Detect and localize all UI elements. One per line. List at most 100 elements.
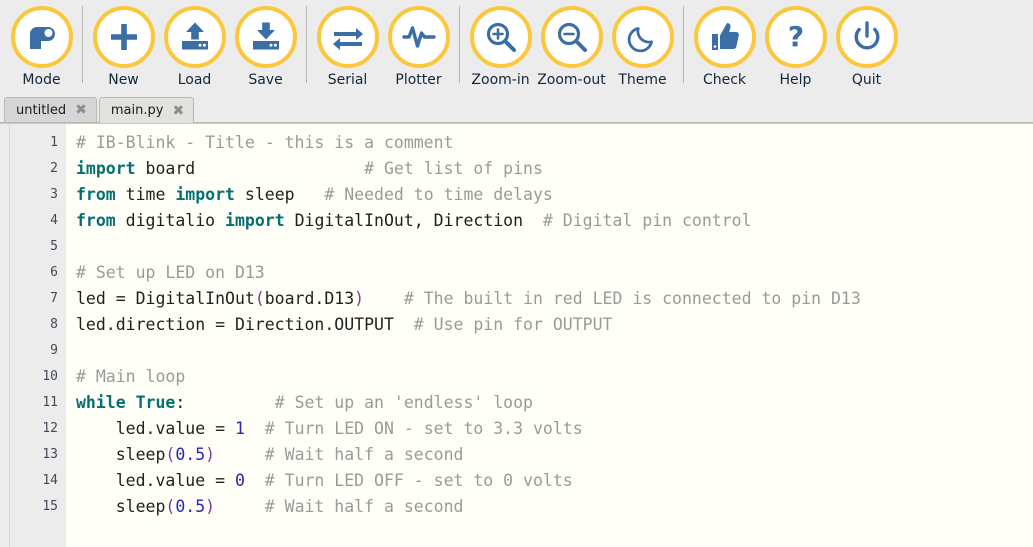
code-token-cmt: # Set up an 'endless' loop <box>274 393 533 412</box>
line-number: 2 <box>50 161 58 176</box>
line-number: 15 <box>42 499 58 514</box>
code-token-cmt: # Needed to time delays <box>324 185 553 204</box>
code-token-kw: True <box>135 393 176 412</box>
toolbar-label: Save <box>248 72 283 88</box>
code-token-pln: time <box>115 185 176 204</box>
toolbar-button-load[interactable]: Load <box>159 0 230 92</box>
code-token-pln: sleep <box>76 445 166 464</box>
zoom-out-icon <box>540 6 603 68</box>
code-token-par: ) <box>205 497 216 516</box>
code-token-pln: led.value = <box>76 419 235 438</box>
code-token-cmt: # Wait half a second <box>264 497 464 516</box>
serial-arrows-icon <box>316 6 379 68</box>
code-token-pln: board <box>135 159 365 178</box>
code-token-kw: import <box>175 185 235 204</box>
line-number: 3 <box>50 187 58 202</box>
code-line: # Set up LED on D13 <box>76 260 1033 286</box>
line-number: 9 <box>50 343 58 358</box>
toolbar-button-save[interactable]: Save <box>230 0 301 92</box>
code-token-cmt: # IB-Blink - Title - this is a comment <box>76 133 454 152</box>
line-number: 14 <box>42 473 58 488</box>
code-token-num: 0.5 <box>175 497 206 516</box>
tab-untitled[interactable]: untitled ✖ <box>4 97 97 122</box>
code-token-cmt: # Turn LED ON - set to 3.3 volts <box>264 419 583 438</box>
code-line: # IB-Blink - Title - this is a comment <box>76 130 1033 156</box>
line-number: 7 <box>50 291 58 306</box>
code-token-par: ( <box>165 497 176 516</box>
code-token-pln: digitalio <box>115 211 226 230</box>
code-token-pln <box>126 393 136 412</box>
toolbar-separator <box>683 6 684 83</box>
toolbar-button-new[interactable]: New <box>88 0 159 92</box>
thumbs-up-icon <box>693 6 756 68</box>
code-token-cmt: # The built in red LED is connected to p… <box>403 289 861 308</box>
code-token-pln: board.D13 <box>264 289 355 308</box>
zoom-in-icon <box>469 6 532 68</box>
code-token-cmt: # Set up LED on D13 <box>76 263 265 282</box>
code-line: from time import sleep # Needed to time … <box>76 182 1033 208</box>
moon-icon <box>611 6 674 68</box>
code-text-area[interactable]: # IB-Blink - Title - this is a comment im… <box>66 124 1033 547</box>
download-icon <box>234 6 297 68</box>
plus-icon <box>92 6 155 68</box>
code-token-pln: led.direction = Direction.OUTPUT <box>76 315 414 334</box>
power-icon <box>835 6 898 68</box>
code-token-num: 0 <box>234 471 245 490</box>
toolbar-button-zoom-in[interactable]: Zoom-in <box>465 0 536 92</box>
code-line: # Main loop <box>76 364 1033 390</box>
toolbar-button-zoom-out[interactable]: Zoom-out <box>536 0 607 92</box>
tab-label: untitled <box>16 102 67 118</box>
tab-close-icon[interactable]: ✖ <box>172 104 184 118</box>
toolbar-label: New <box>108 72 139 88</box>
code-token-pln <box>185 393 274 412</box>
toolbar-label: Zoom-in <box>471 72 530 88</box>
line-number: 10 <box>42 369 58 384</box>
code-token-pln <box>364 289 404 308</box>
code-token-cmt: # Get list of pins <box>364 159 543 178</box>
plotter-wave-icon <box>387 6 450 68</box>
code-token-kw: import <box>225 211 285 230</box>
upload-icon <box>163 6 226 68</box>
code-token-pln <box>245 471 265 490</box>
tab-label: main.py <box>110 103 164 118</box>
tab-main-py[interactable]: main.py ✖ <box>98 97 195 123</box>
toolbar-label: Load <box>177 72 212 88</box>
code-editor[interactable]: 1 2 3 4 5 6 7 8 9 10 11 12 13 14 15 # IB-Blink - Title… <box>0 123 1033 547</box>
toolbar-button-help[interactable]: ? Help <box>760 0 831 92</box>
tab-close-icon[interactable]: ✖ <box>75 103 87 117</box>
toolbar-button-quit[interactable]: Quit <box>831 0 902 92</box>
code-line: led = DigitalInOut(board.D13) # The buil… <box>76 286 1033 312</box>
code-token-par: ( <box>165 445 176 464</box>
line-number: 6 <box>50 265 58 280</box>
code-line: sleep(0.5) # Wait half a second <box>76 494 1033 520</box>
code-line: led.value = 0 # Turn LED OFF - set to 0 … <box>76 468 1033 494</box>
code-line: sleep(0.5) # Wait half a second <box>76 442 1033 468</box>
mu-editor-window: Mode New Load Save Serial Plotter Zoom-in Zoom-… <box>0 0 1033 547</box>
code-token-cmt: # Main loop <box>76 367 186 386</box>
toolbar-button-plotter[interactable]: Plotter <box>383 0 454 92</box>
code-line: import board # Get list of pins <box>76 156 1033 182</box>
editor-left-margin <box>0 124 10 547</box>
toolbar-label: Plotter <box>395 72 442 88</box>
toolbar-label: Theme <box>618 72 667 88</box>
code-token-pln <box>215 497 265 516</box>
line-number: 12 <box>42 421 58 436</box>
toolbar-label: Mode <box>22 72 61 88</box>
toolbar-button-check[interactable]: Check <box>689 0 760 92</box>
toolbar-button-theme[interactable]: Theme <box>607 0 678 92</box>
line-number: 8 <box>50 317 58 332</box>
toolbar-button-mode[interactable]: Mode <box>6 0 77 92</box>
code-token-cmt: # Turn LED OFF - set to 0 volts <box>264 471 573 490</box>
code-line: led.value = 1 # Turn LED ON - set to 3.3… <box>76 416 1033 442</box>
toolbar-button-serial[interactable]: Serial <box>312 0 383 92</box>
code-line: from digitalio import DigitalInOut, Dire… <box>76 208 1033 234</box>
question-mark-icon: ? <box>764 6 827 68</box>
code-token-pln: : <box>175 393 186 412</box>
code-token-pln <box>245 419 265 438</box>
line-number: 5 <box>50 239 58 254</box>
code-token-pln: DigitalInOut, Direction <box>284 211 543 230</box>
code-token-par: ) <box>354 289 365 308</box>
toolbar-label: Serial <box>327 72 368 88</box>
